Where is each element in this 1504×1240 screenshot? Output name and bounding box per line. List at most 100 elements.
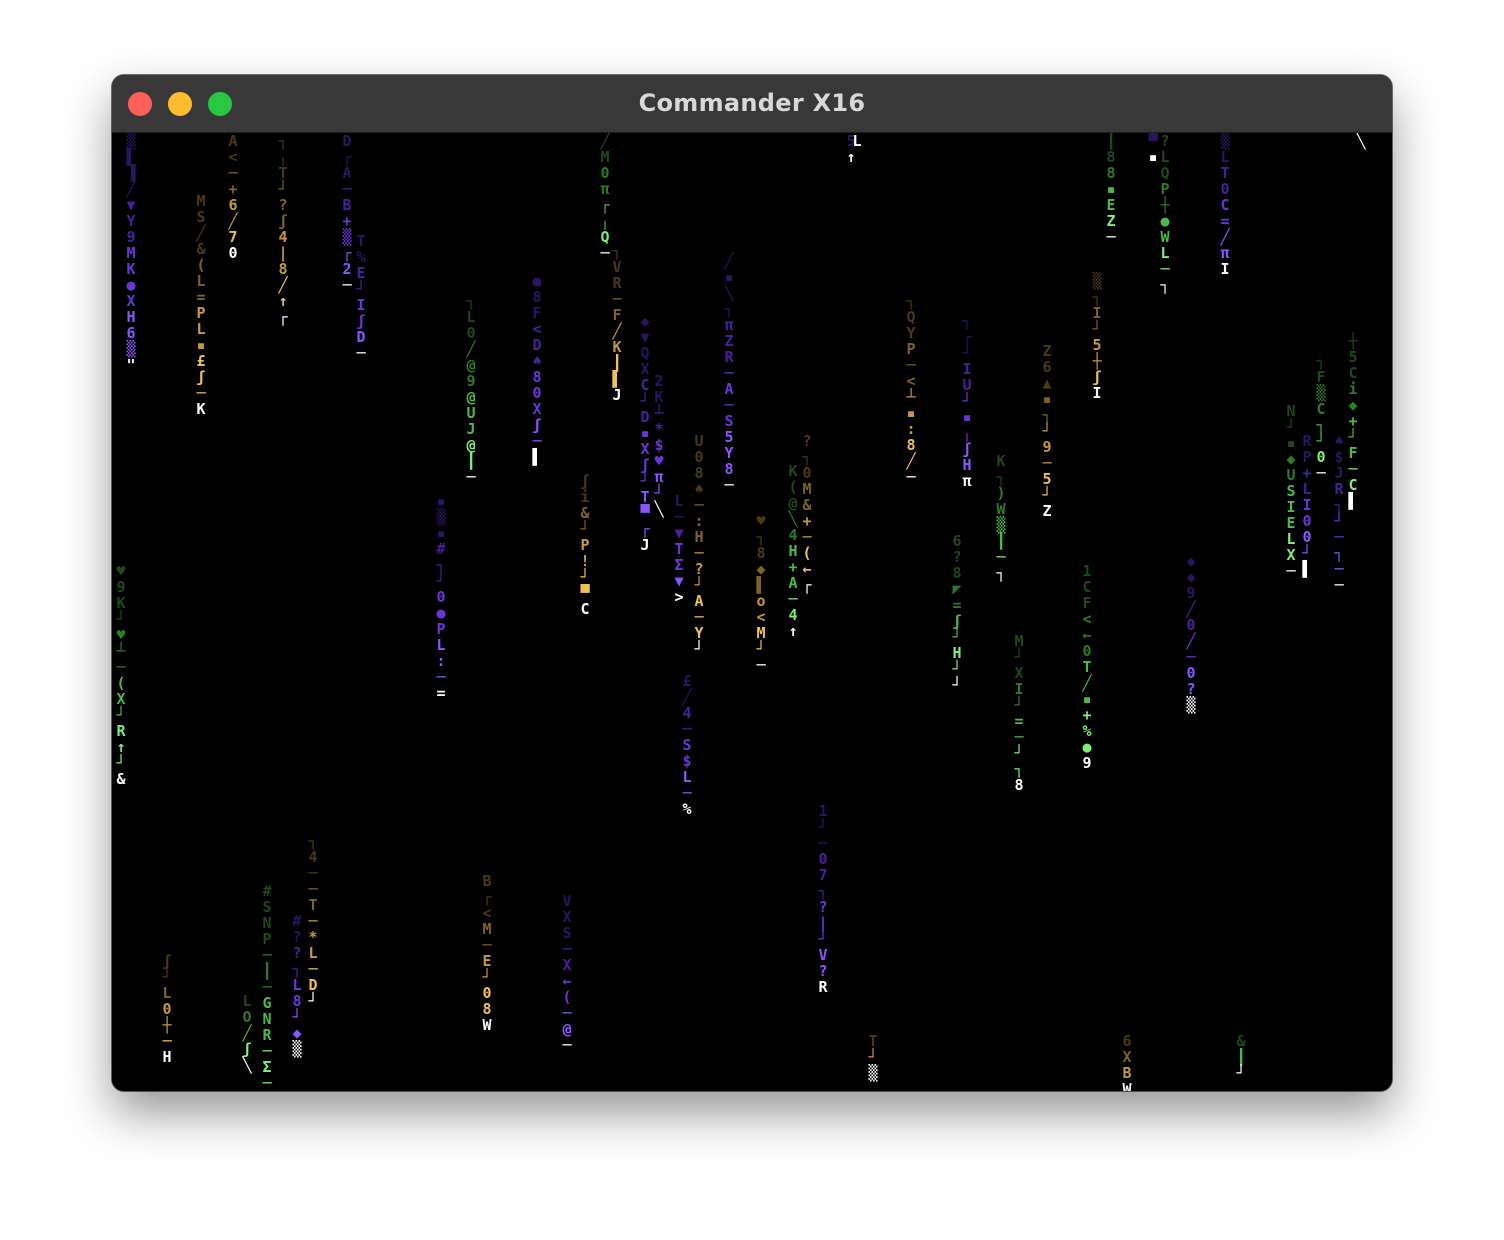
rain-glyph: 5 (1348, 348, 1358, 366)
rain-glyph: L (196, 320, 206, 338)
rain-glyph: 8 (724, 460, 734, 478)
rain-glyph: ─ (694, 608, 704, 626)
rain-glyph: ┃ (996, 532, 1006, 550)
rain-glyph: X (562, 956, 572, 974)
rain-glyph: L (162, 984, 172, 1002)
rain-glyph: ┼ (1160, 196, 1170, 214)
rain-glyph: O (242, 1008, 252, 1026)
rain-glyph: P (906, 340, 916, 358)
rain-glyph: ♥ (116, 562, 126, 580)
rain-glyph: 6 (952, 532, 962, 550)
rain-glyph: ▪ (906, 404, 916, 422)
rain-glyph: F (532, 304, 542, 322)
rain-glyph: ◆ (1186, 568, 1196, 586)
rain-glyph: ┼ (1348, 332, 1358, 350)
rain-glyph: ╱ (126, 180, 136, 198)
rain-glyph: ♥ (654, 452, 664, 470)
rain-glyph: ┘ (1042, 422, 1052, 440)
rain-glyph: ┐ (1014, 760, 1024, 778)
rain-glyph: ┘ (436, 572, 446, 590)
rain-glyph: T (356, 232, 366, 250)
rain-glyph: T (1082, 658, 1092, 676)
rain-glyph: 9 (1082, 754, 1092, 772)
rain-glyph: T (868, 1032, 878, 1050)
rain-glyph: P (1160, 180, 1170, 198)
rain-glyph: ╷ (962, 424, 972, 442)
rain-glyph: 8 (952, 564, 962, 582)
rain-glyph: : (436, 652, 446, 670)
rain-glyph: ↑ (116, 738, 126, 756)
rain-glyph: ─ (682, 784, 692, 802)
rain-glyph: + (342, 212, 352, 230)
rain-glyph: % (1082, 722, 1092, 740)
rain-glyph: ▒ (1316, 384, 1326, 402)
rain-glyph: H (694, 528, 704, 546)
rain-glyph: H (952, 644, 962, 662)
rain-glyph: X (562, 908, 572, 926)
rain-glyph: ◆ (1186, 552, 1196, 570)
rain-glyph: V (612, 258, 622, 276)
rain-glyph: ┘ (1014, 744, 1024, 762)
rain-glyph: ʃ (162, 952, 172, 970)
rain-glyph: ╲ (724, 284, 734, 302)
rain-glyph: ● (1160, 212, 1170, 230)
rain-glyph: ┐ (906, 292, 916, 310)
rain-glyph: P (436, 620, 446, 638)
rain-glyph: R (1302, 432, 1312, 450)
rain-glyph: ┌ (342, 148, 352, 166)
rain-glyph: ┐ (996, 468, 1006, 486)
emulator-screen[interactable]: ▒ ▌ ▐ ╱ ▼ Y 9 M K ● X H 6 ▒ " M S ╱ &(L = P L ▪ £ ʃ ─ K A < ─ +6 ╱ 7 0 ┐ ╷ T… (112, 133, 1392, 1091)
rain-glyph: M (1014, 632, 1024, 650)
rain-glyph: % (682, 800, 692, 818)
rain-glyph: ┘ (1014, 696, 1024, 714)
rain-glyph: ┘ (694, 576, 704, 594)
rain-glyph: 9 (466, 372, 476, 390)
rain-glyph: 8 (532, 368, 542, 386)
rain-glyph: X (1122, 1048, 1132, 1066)
rain-glyph: Z (724, 332, 734, 350)
rain-glyph: L (1302, 480, 1312, 498)
rain-glyph: Σ (674, 556, 684, 574)
rain-glyph: ┐ (308, 832, 318, 850)
rain-glyph: ─ (436, 668, 446, 686)
rain-glyph: ╲ (1356, 133, 1366, 150)
rain-glyph: 0 (694, 448, 704, 466)
rain-glyph: ▪ (1042, 390, 1052, 408)
rain-glyph: R (724, 348, 734, 366)
rain-glyph: A (342, 164, 352, 182)
rain-glyph: ┘ (1236, 1064, 1246, 1082)
rain-glyph: ( (196, 256, 206, 274)
rain-glyph: Z (1042, 342, 1052, 360)
rain-glyph: ? (818, 898, 828, 916)
title-bar[interactable]: Commander X16 (112, 75, 1392, 133)
rain-glyph: 9 (126, 228, 136, 246)
rain-glyph: D (356, 328, 366, 346)
rain-glyph: ▒ (1220, 133, 1230, 150)
rain-glyph: L (436, 636, 446, 654)
rain-glyph: ┐ (1160, 276, 1170, 294)
rain-glyph: ╱ (1186, 600, 1196, 618)
rain-glyph: ┌ (802, 576, 812, 594)
rain-glyph: K (996, 452, 1006, 470)
rain-glyph: & (1236, 1032, 1246, 1050)
rain-glyph: K (126, 260, 136, 278)
rain-glyph: £ (196, 352, 206, 370)
rain-glyph: ┘ (952, 628, 962, 646)
rain-glyph: 0 (818, 850, 828, 868)
rain-glyph: ─ (342, 180, 352, 198)
rain-glyph: ╱ (1220, 228, 1230, 246)
rain-glyph: ♥ (116, 626, 126, 644)
rain-glyph: ─ (116, 658, 126, 676)
rain-glyph: % (356, 248, 366, 266)
rain-glyph: + (1302, 464, 1312, 482)
rain-glyph: ┘ (308, 992, 318, 1010)
rain-glyph: i (580, 488, 590, 506)
rain-glyph: ─ (1014, 728, 1024, 746)
rain-glyph: ← (1082, 626, 1092, 644)
rain-glyph: = (952, 596, 962, 614)
rain-glyph: U (694, 432, 704, 450)
rain-glyph: : (694, 512, 704, 530)
rain-glyph: < (906, 372, 916, 390)
rain-glyph: ▀ (580, 584, 590, 602)
rain-glyph: ┘ (292, 1008, 302, 1026)
